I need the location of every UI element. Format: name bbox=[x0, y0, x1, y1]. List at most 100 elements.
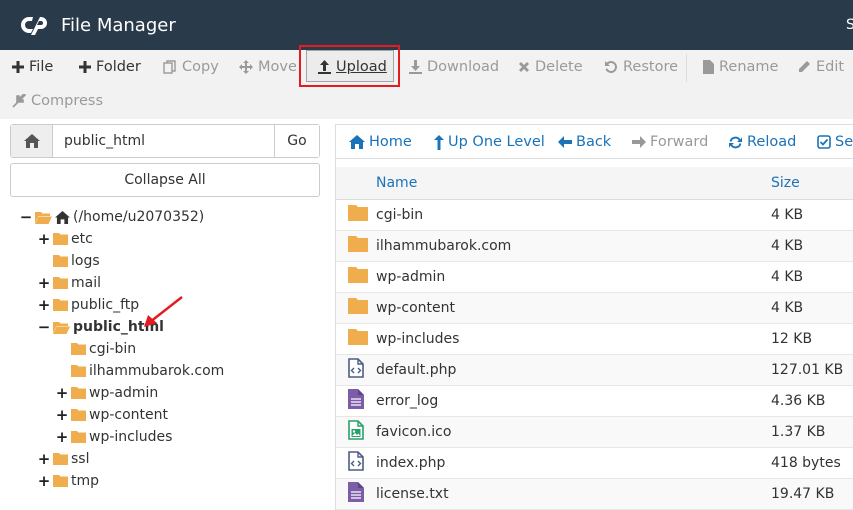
new-folder-button[interactable]: Folder bbox=[79, 51, 141, 83]
pencil-icon bbox=[799, 61, 810, 72]
expand-toggle-icon[interactable]: + bbox=[56, 406, 69, 424]
text-file-icon bbox=[348, 481, 364, 502]
expand-toggle-icon[interactable]: + bbox=[56, 384, 69, 402]
table-row[interactable]: wp-includes 12 KB bbox=[336, 323, 853, 355]
size-column-header[interactable]: Size bbox=[763, 167, 853, 200]
file-size-cell: 127.01 KB bbox=[763, 354, 853, 386]
plus-icon bbox=[79, 61, 91, 73]
back-button[interactable]: Back bbox=[558, 134, 611, 150]
folder-icon bbox=[71, 387, 86, 399]
toolbar: File Folder Copy Move Download Delete Re… bbox=[0, 50, 853, 119]
table-row[interactable]: cgi-bin 4 KB bbox=[336, 199, 853, 231]
expand-toggle-icon[interactable]: + bbox=[56, 428, 69, 446]
file-name-cell[interactable]: wp-includes bbox=[376, 323, 763, 355]
tree-item-wp-admin[interactable]: + wp-admin bbox=[56, 382, 159, 404]
folder-icon bbox=[348, 297, 368, 314]
file-name-cell[interactable]: index.php bbox=[376, 447, 763, 479]
table-row[interactable]: favicon.ico 1.37 KB bbox=[336, 416, 853, 448]
path-input[interactable] bbox=[53, 125, 274, 157]
file-type-cell bbox=[336, 292, 376, 324]
folder-icon bbox=[53, 255, 68, 267]
tree-item-cgi-bin[interactable]: cgi-bin bbox=[71, 338, 136, 360]
upload-button[interactable]: Upload bbox=[318, 51, 387, 83]
move-arrows-icon bbox=[239, 60, 253, 74]
folder-icon bbox=[53, 233, 68, 245]
folder-icon bbox=[71, 343, 86, 355]
file-type-cell bbox=[336, 385, 376, 417]
expand-toggle-icon[interactable]: + bbox=[38, 296, 51, 314]
tree-item-mail[interactable]: + mail bbox=[38, 272, 101, 294]
table-row[interactable]: ilhammubarok.com 4 KB bbox=[336, 230, 853, 262]
expand-toggle-icon[interactable]: + bbox=[38, 472, 51, 490]
file-type-cell bbox=[336, 199, 376, 231]
tree-item-wp-includes[interactable]: + wp-includes bbox=[56, 426, 173, 448]
table-header-row: Name Size bbox=[336, 167, 853, 200]
collapse-all-button[interactable]: Collapse All bbox=[10, 163, 320, 197]
checkbox-icon bbox=[817, 135, 831, 149]
file-type-cell bbox=[336, 261, 376, 293]
tree-item-ilhammubarok[interactable]: ilhammubarok.com bbox=[71, 360, 224, 382]
folder-icon bbox=[71, 365, 86, 377]
header-user-text[interactable]: S bbox=[846, 17, 853, 33]
go-button[interactable]: Go bbox=[274, 125, 319, 157]
toolbar-separator bbox=[686, 54, 687, 82]
copy-button[interactable]: Copy bbox=[163, 51, 219, 83]
file-type-cell bbox=[336, 354, 376, 386]
compress-button[interactable]: Compress bbox=[12, 85, 103, 117]
file-name-cell[interactable]: wp-content bbox=[376, 292, 763, 324]
download-button[interactable]: Download bbox=[409, 51, 499, 83]
home-icon bbox=[55, 210, 70, 224]
folder-icon bbox=[348, 328, 368, 345]
tree-item-wp-content[interactable]: + wp-content bbox=[56, 404, 168, 426]
file-table: Name Size cgi-bin 4 KB ilhammubarok.com 4 K… bbox=[336, 167, 853, 510]
tree-item-tmp[interactable]: + tmp bbox=[38, 470, 99, 492]
path-home-button[interactable] bbox=[11, 125, 53, 157]
file-size-cell: 1.37 KB bbox=[763, 416, 853, 448]
folder-icon bbox=[71, 431, 86, 443]
select-all-button[interactable]: Sele bbox=[817, 134, 853, 150]
file-name-cell[interactable]: favicon.ico bbox=[376, 416, 763, 448]
new-file-button[interactable]: File bbox=[12, 51, 53, 83]
reload-icon bbox=[729, 136, 742, 148]
file-name-cell[interactable]: default.php bbox=[376, 354, 763, 386]
folder-icon bbox=[53, 277, 68, 289]
expand-toggle-icon[interactable]: + bbox=[38, 230, 51, 248]
forward-button[interactable]: Forward bbox=[632, 134, 708, 150]
upload-icon bbox=[318, 60, 331, 74]
file-name-cell[interactable]: license.txt bbox=[376, 478, 763, 510]
rename-button[interactable]: Rename bbox=[703, 51, 778, 83]
collapse-toggle-icon[interactable]: − bbox=[38, 318, 51, 336]
collapse-toggle-icon[interactable]: − bbox=[20, 208, 33, 226]
edit-button[interactable]: Edit bbox=[797, 51, 844, 83]
table-row[interactable]: default.php 127.01 KB bbox=[336, 354, 853, 386]
file-name-cell[interactable]: error_log bbox=[376, 385, 763, 417]
file-icon bbox=[703, 60, 714, 74]
table-row[interactable]: license.txt 19.47 KB bbox=[336, 478, 853, 510]
tree-item-etc[interactable]: + etc bbox=[38, 228, 93, 250]
file-name-cell[interactable]: cgi-bin bbox=[376, 199, 763, 231]
tree-item-logs[interactable]: logs bbox=[53, 250, 100, 272]
undo-icon bbox=[605, 60, 618, 73]
file-size-cell: 19.47 KB bbox=[763, 478, 853, 510]
home-button[interactable]: Home bbox=[349, 134, 412, 150]
table-row[interactable]: wp-admin 4 KB bbox=[336, 261, 853, 293]
file-name-cell[interactable]: wp-admin bbox=[376, 261, 763, 293]
expand-toggle-icon[interactable]: + bbox=[38, 274, 51, 292]
folder-icon bbox=[53, 299, 68, 311]
delete-button[interactable]: Delete bbox=[518, 51, 583, 83]
reload-button[interactable]: Reload bbox=[728, 134, 796, 150]
tree-item-root[interactable]: − (/home/u2070352) bbox=[20, 206, 205, 228]
name-column-header[interactable]: Name bbox=[376, 167, 763, 200]
file-type-cell bbox=[336, 478, 376, 510]
restore-button[interactable]: Restore bbox=[604, 51, 678, 83]
file-name-cell[interactable]: ilhammubarok.com bbox=[376, 230, 763, 262]
table-row[interactable]: wp-content 4 KB bbox=[336, 292, 853, 324]
expand-toggle-icon[interactable]: + bbox=[38, 450, 51, 468]
up-one-level-button[interactable]: Up One Level bbox=[434, 134, 545, 150]
table-row[interactable]: error_log 4.36 KB bbox=[336, 385, 853, 417]
table-row[interactable]: index.php 418 bytes bbox=[336, 447, 853, 479]
tree-item-public-ftp[interactable]: + public_ftp bbox=[38, 294, 139, 316]
close-icon bbox=[519, 62, 529, 72]
tree-item-ssl[interactable]: + ssl bbox=[38, 448, 90, 470]
move-button[interactable]: Move bbox=[239, 51, 297, 83]
